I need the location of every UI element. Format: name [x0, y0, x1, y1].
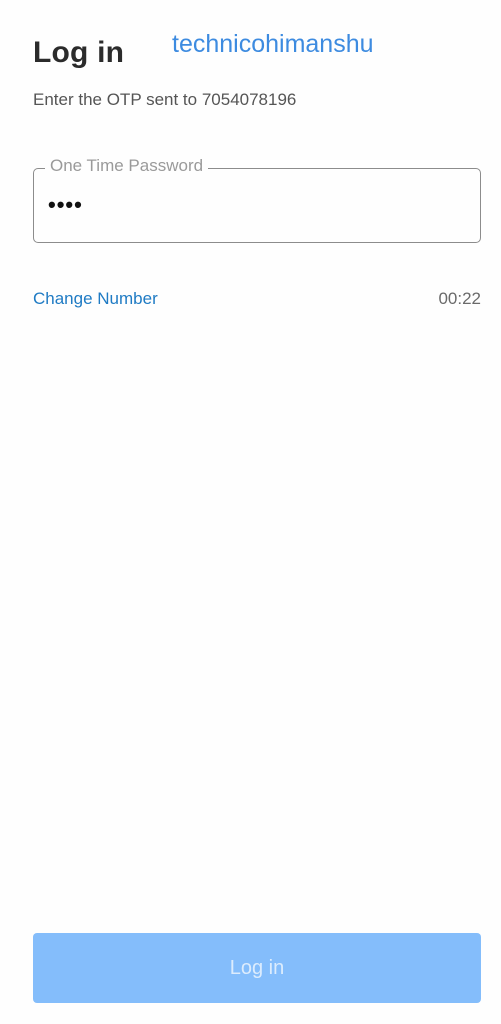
login-screen: Log in technicohimanshu Enter the OTP se… — [0, 0, 501, 1024]
login-button[interactable]: Log in — [33, 933, 481, 1003]
otp-field-label: One Time Password — [45, 156, 209, 176]
otp-input[interactable] — [48, 187, 458, 223]
page-title: Log in — [33, 36, 125, 69]
change-number-link[interactable]: Change Number — [33, 289, 158, 309]
otp-field[interactable]: One Time Password — [33, 156, 481, 243]
watermark-text: technicohimanshu — [172, 30, 374, 58]
resend-timer: 00:22 — [438, 289, 481, 308]
otp-instruction: Enter the OTP sent to 7054078196 — [33, 90, 297, 109]
